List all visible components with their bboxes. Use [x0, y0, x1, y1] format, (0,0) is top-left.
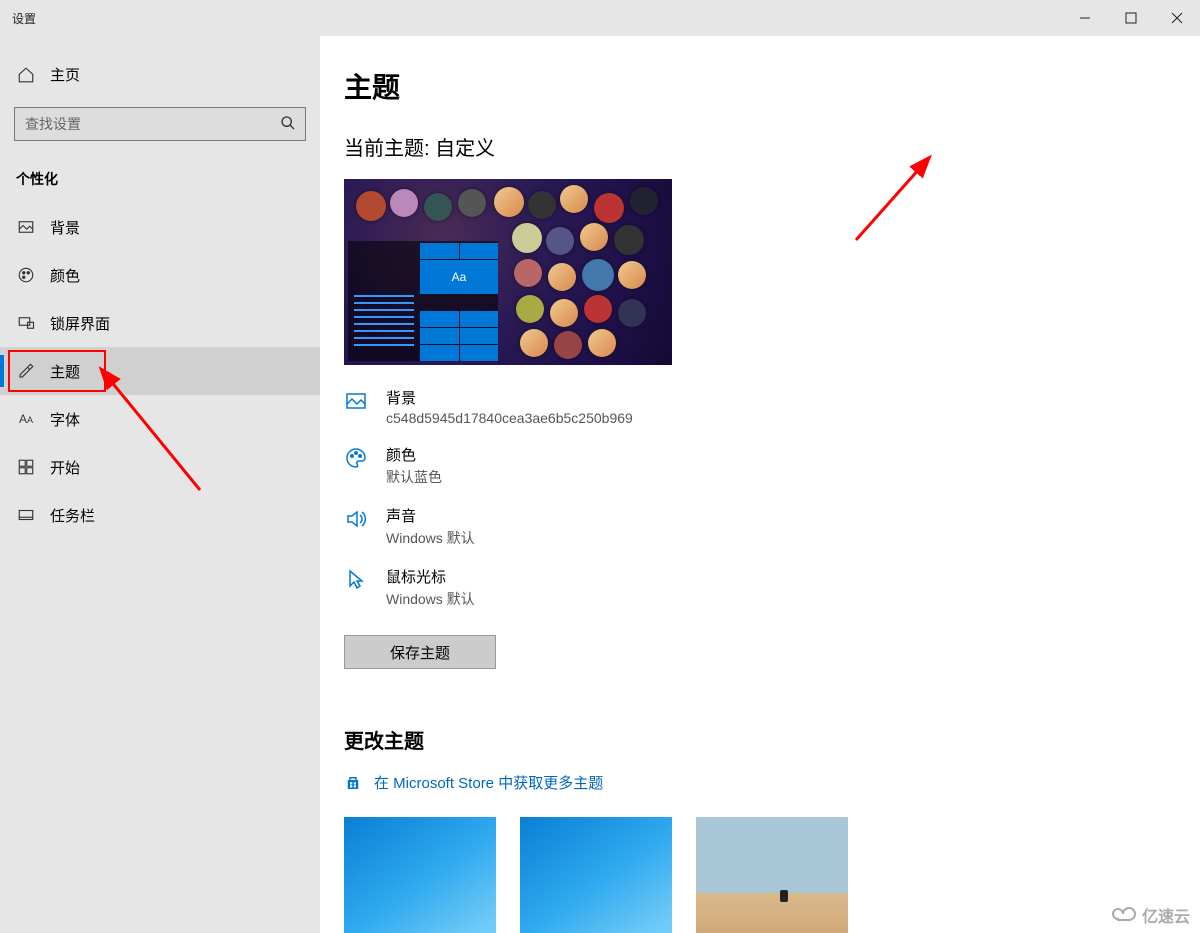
store-icon [344, 774, 362, 792]
sidebar-item-label: 开始 [50, 457, 80, 478]
store-link[interactable]: 在 Microsoft Store 中获取更多主题 [344, 772, 1176, 793]
search-wrap [14, 107, 306, 141]
sidebar-section-title: 个性化 [0, 161, 320, 203]
maximize-icon [1125, 12, 1137, 24]
sidebar-item-start[interactable]: 开始 [0, 443, 320, 491]
prop-sub: Windows 默认 [386, 589, 475, 609]
app-body: 主页 个性化 背景 颜色 锁屏界面 主题 [0, 36, 1200, 933]
sidebar-item-label: 字体 [50, 409, 80, 430]
preview-lines [354, 290, 414, 351]
prop-background[interactable]: 背景 c548d5945d17840cea3ae6b5c250b969 [344, 387, 1176, 426]
taskbar-icon [16, 506, 36, 524]
image-icon [344, 389, 368, 413]
maximize-button[interactable] [1108, 0, 1154, 36]
sidebar-item-colors[interactable]: 颜色 [0, 251, 320, 299]
watermark-text: 亿速云 [1142, 903, 1190, 927]
prop-text: 声音 Windows 默认 [386, 505, 475, 548]
current-theme-label: 当前主题: 自定义 [344, 132, 1176, 161]
theme-card-windows10[interactable]: Windows 10 [696, 817, 848, 933]
lockscreen-icon [16, 314, 36, 332]
window-title: 设置 [12, 10, 36, 27]
sound-icon [344, 507, 368, 531]
sidebar-item-label: 颜色 [50, 265, 80, 286]
save-theme-button[interactable]: 保存主题 [344, 635, 496, 669]
prop-sub: 默认蓝色 [386, 467, 442, 487]
sidebar-item-background[interactable]: 背景 [0, 203, 320, 251]
content-area: 主题 当前主题: 自定义 [320, 36, 1200, 933]
prop-title: 声音 [386, 505, 475, 526]
prop-text: 颜色 默认蓝色 [386, 444, 442, 487]
theme-card-windows[interactable]: Windows [344, 817, 496, 933]
sidebar: 主页 个性化 背景 颜色 锁屏界面 主题 [0, 36, 320, 933]
sidebar-item-fonts[interactable]: AA 字体 [0, 395, 320, 443]
watermark-icon [1110, 905, 1138, 925]
sidebar-item-label: 主题 [50, 361, 80, 382]
window-controls [1062, 0, 1200, 36]
search-input[interactable] [14, 107, 306, 141]
change-theme-title: 更改主题 [344, 725, 1176, 754]
cursor-icon [344, 568, 368, 592]
home-label: 主页 [50, 64, 80, 85]
palette-icon [344, 446, 368, 470]
sidebar-item-taskbar[interactable]: 任务栏 [0, 491, 320, 539]
prop-sub: c548d5945d17840cea3ae6b5c250b969 [386, 410, 633, 426]
prop-title: 鼠标光标 [386, 566, 475, 587]
theme-list: Windows Windows（浅色主题） Windows 10 [344, 817, 1176, 933]
start-icon [16, 458, 36, 476]
home-icon [16, 66, 36, 84]
sidebar-nav: 背景 颜色 锁屏界面 主题 AA 字体 开始 [0, 203, 320, 539]
search-icon [280, 115, 296, 131]
prop-color[interactable]: 颜色 默认蓝色 [344, 444, 1176, 487]
preview-tiles: Aa [420, 243, 498, 361]
prop-text: 鼠标光标 Windows 默认 [386, 566, 475, 609]
brush-icon [16, 362, 36, 380]
store-link-label: 在 Microsoft Store 中获取更多主题 [374, 772, 603, 793]
palette-icon [16, 266, 36, 284]
prop-title: 背景 [386, 387, 633, 408]
theme-thumb [696, 817, 848, 933]
theme-thumb [520, 817, 672, 933]
sidebar-item-themes[interactable]: 主题 [0, 347, 320, 395]
watermark: 亿速云 [1110, 903, 1190, 927]
preview-aa-tile: Aa [420, 260, 498, 294]
theme-card-windows-light[interactable]: Windows（浅色主题） [520, 817, 672, 933]
image-icon [16, 218, 36, 236]
prop-text: 背景 c548d5945d17840cea3ae6b5c250b969 [386, 387, 633, 426]
theme-thumb [344, 817, 496, 933]
sidebar-item-label: 背景 [50, 217, 80, 238]
minimize-button[interactable] [1062, 0, 1108, 36]
font-icon: AA [16, 412, 36, 426]
prop-title: 颜色 [386, 444, 442, 465]
minimize-icon [1079, 12, 1091, 24]
close-icon [1171, 12, 1183, 24]
window-titlebar: 设置 [0, 0, 1200, 36]
theme-properties: 背景 c548d5945d17840cea3ae6b5c250b969 颜色 默… [344, 387, 1176, 609]
sidebar-item-label: 锁屏界面 [50, 313, 110, 334]
theme-preview[interactable]: Aa [344, 179, 672, 365]
sidebar-item-lockscreen[interactable]: 锁屏界面 [0, 299, 320, 347]
sidebar-item-label: 任务栏 [50, 505, 95, 526]
prop-sound[interactable]: 声音 Windows 默认 [344, 505, 1176, 548]
home-button[interactable]: 主页 [0, 56, 320, 93]
prop-cursor[interactable]: 鼠标光标 Windows 默认 [344, 566, 1176, 609]
page-title: 主题 [344, 66, 1176, 106]
close-button[interactable] [1154, 0, 1200, 36]
prop-sub: Windows 默认 [386, 528, 475, 548]
